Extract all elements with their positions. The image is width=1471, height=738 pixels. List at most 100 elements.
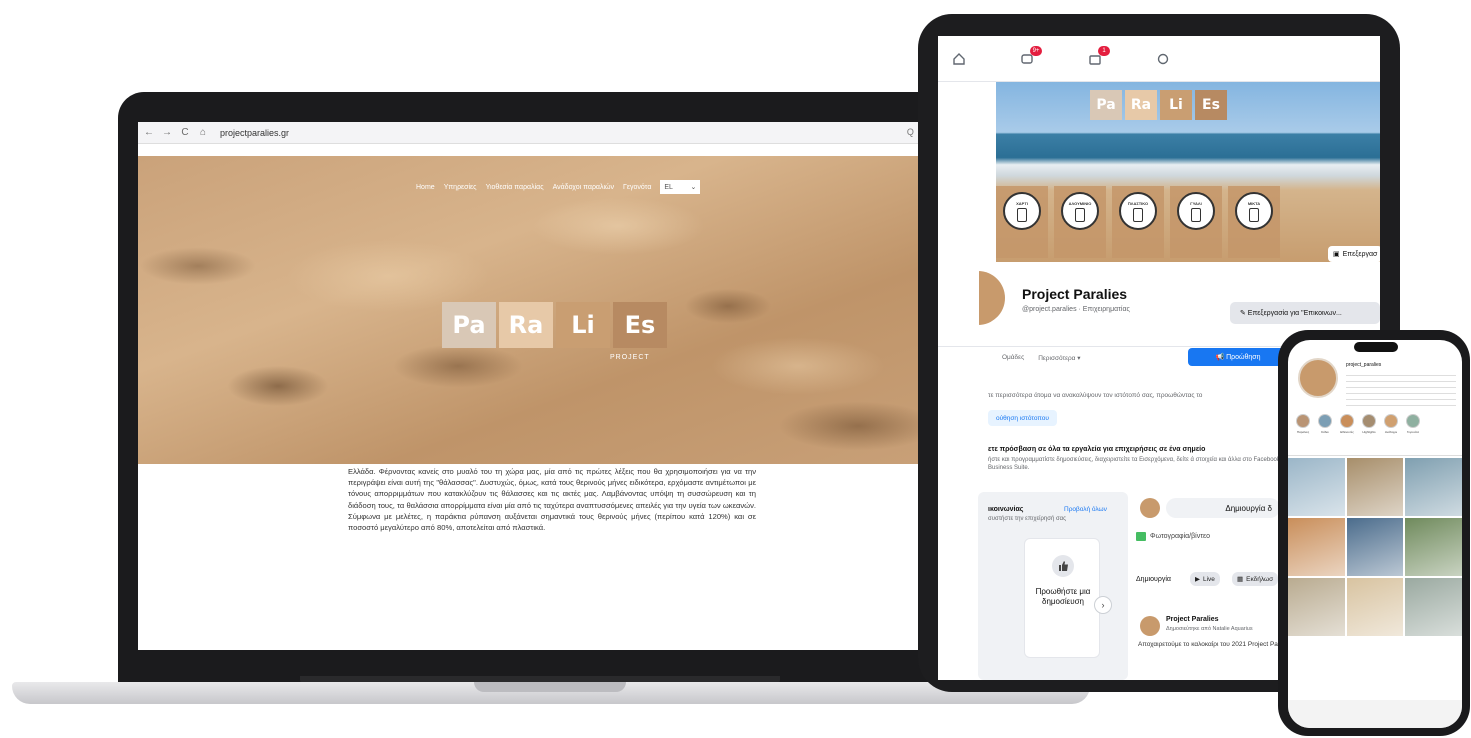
logo-tile-pa: Pa <box>442 302 496 348</box>
hero-sand-image: Home Υπηρεσίες Υιοθεσία παραλίας Ανάδοχο… <box>138 156 974 464</box>
highlight-label: Παραλίες <box>1296 430 1310 434</box>
logo-tile-ra: Ra <box>499 302 553 348</box>
bin-paper: ΧΑΡΤΙ <box>996 186 1048 258</box>
nav-sponsors[interactable]: Ανάδοχοι παραλιών <box>553 184 614 191</box>
bin-aluminium: ΑΛΟΥΜΙΝΙΟ <box>1054 186 1106 258</box>
reload-icon[interactable]: C <box>180 127 190 138</box>
back-icon[interactable]: ← <box>144 127 154 138</box>
highlight-label: Ανάδοχοι <box>1384 430 1398 434</box>
laptop-screen: ← → C ⌂ projectparalies.gr Q ⊞ ☆ : Home … <box>138 122 974 650</box>
bin-label: ΜΙΚΤΑ <box>1247 200 1261 206</box>
nav-home[interactable]: Home <box>416 184 435 191</box>
grid-photo[interactable] <box>1288 578 1345 636</box>
logo-subtitle: PROJECT <box>610 354 650 361</box>
grid-photo[interactable] <box>1405 578 1462 636</box>
grid-photo[interactable] <box>1346 578 1404 636</box>
grid-photo[interactable] <box>1346 458 1404 516</box>
cover-logo-tile: Pa <box>1090 90 1122 120</box>
cover-logo: Pa Ra Li Es <box>1090 90 1227 120</box>
avatar <box>1140 498 1160 518</box>
dynamic-island <box>1354 342 1398 352</box>
highlight-item[interactable]: Γεγονότα <box>1406 414 1420 434</box>
bin-label: ΧΑΡΤΙ <box>1016 200 1028 206</box>
search-icon[interactable]: Q <box>907 127 914 138</box>
highlight-label: Γεγονότα <box>1406 430 1420 434</box>
bin-label: ΓΥΑΛΙ <box>1190 200 1202 206</box>
nav-services[interactable]: Υπηρεσίες <box>444 184 477 191</box>
live-icon: ▶ <box>1195 576 1200 583</box>
profile-bio <box>1346 372 1456 406</box>
highlight-item[interactable]: Εθελοντές <box>1340 414 1354 434</box>
inbox-badge: 1 <box>1098 45 1110 56</box>
grid-photo[interactable] <box>1288 458 1345 516</box>
business-tools-title: ετε πρόσβαση σε όλα τα εργαλεία για επιχ… <box>988 446 1206 453</box>
create-label: Δημιουργία <box>1136 576 1171 583</box>
bin-glass: ΓΥΑΛΙ <box>1170 186 1222 258</box>
language-select[interactable]: EL ⌄ <box>660 180 701 194</box>
highlight-label: Κάδοι <box>1321 430 1329 434</box>
highlight-label: Εθελοντές <box>1340 430 1354 434</box>
address-bar[interactable]: projectparalies.gr <box>220 128 289 138</box>
language-value: EL <box>664 183 673 191</box>
promote-button[interactable]: 📢 Προώθηση <box>1188 348 1288 366</box>
nav-events[interactable]: Γεγονότα <box>623 184 651 191</box>
highlight-item[interactable]: Highlights <box>1362 414 1376 434</box>
logo-tile-es: Es <box>613 302 667 348</box>
camera-icon: ▣ <box>1333 251 1340 258</box>
edit-contact-button[interactable]: ✎ Επεξεργασία για "Επικοινων... <box>1230 302 1380 324</box>
profile-avatar[interactable] <box>1298 358 1338 398</box>
grid-photo[interactable] <box>1346 518 1404 576</box>
bin-label: ΑΛΟΥΜΙΝΙΟ <box>1068 200 1092 206</box>
photo-video-label: Φωτογραφία/βίντεο <box>1150 533 1210 540</box>
promote-website-button[interactable]: ούθηση ιστότοπου <box>988 410 1057 426</box>
calendar-icon: ▦ <box>1237 576 1244 583</box>
photo-icon <box>1136 532 1146 541</box>
post-author[interactable]: Project Paralies <box>1166 616 1219 623</box>
page-name: Project Paralies <box>1022 286 1128 302</box>
photo-video-button[interactable]: Φωτογραφία/βίντεο <box>1136 532 1210 541</box>
contact-card-subtitle: συστήστε την επιχείρησή σας <box>988 516 1067 522</box>
tab-more[interactable]: Περισσότερα ▾ <box>1038 354 1080 362</box>
forward-icon[interactable]: → <box>162 127 172 138</box>
live-button[interactable]: ▶ Live <box>1190 572 1220 586</box>
edit-cover-label: Επεξεργασ <box>1342 250 1378 258</box>
photo-grid <box>1288 458 1462 636</box>
inbox-icon[interactable]: 1 <box>1088 45 1110 66</box>
bin-label: ΠΛΑΣΤΙΚΟ <box>1127 200 1149 206</box>
tab-groups[interactable]: Ομάδες <box>1002 354 1024 361</box>
page-avatar[interactable] <box>976 268 1008 328</box>
grid-photo[interactable] <box>1288 518 1345 576</box>
grid-photo[interactable] <box>1405 458 1462 516</box>
promote-post-card[interactable]: Προωθήστε μια δημοσίευση <box>1024 538 1100 658</box>
home-icon[interactable]: ⌂ <box>198 127 208 138</box>
home-icon[interactable] <box>952 52 966 66</box>
recycling-bins: ΧΑΡΤΙ ΑΛΟΥΜΙΝΙΟ ΠΛΑΣΤΙΚΟ ΓΥΑΛΙ ΜΙΚΤΑ <box>996 186 1280 258</box>
notification-badge: 9+ <box>1030 45 1042 56</box>
live-label: Live <box>1203 575 1215 583</box>
highlight-item[interactable]: Παραλίες <box>1296 414 1310 434</box>
chevron-right-icon[interactable]: › <box>1094 596 1112 614</box>
business-tools-desc: ήστε και προγραμματίστε δημοσιεύσεις, δι… <box>988 457 1280 471</box>
cover-photo: Pa Ra Li Es ΧΑΡΤΙ ΑΛΟΥΜΙΝΙΟ ΠΛΑΣΤΙΚΟ ΓΥΑ… <box>996 82 1380 262</box>
nav-adopt-beach[interactable]: Υιοθεσία παραλίας <box>486 184 544 191</box>
grid-photo[interactable] <box>1405 518 1462 576</box>
bin-plastic: ΠΛΑΣΤΙΚΟ <box>1112 186 1164 258</box>
edit-cover-button[interactable]: ▣ Επεξεργασ <box>1328 246 1380 262</box>
logo-tile-li: Li <box>556 302 610 348</box>
phone-bottom-bar <box>1288 700 1462 728</box>
paralies-logo: Pa Ra Li Es <box>442 302 667 348</box>
event-button[interactable]: ▦ Εκδήλωσ <box>1232 572 1279 586</box>
view-all-link[interactable]: Προβολή όλων <box>1064 506 1107 513</box>
site-nav: Home Υπηρεσίες Υιοθεσία παραλίας Ανάδοχο… <box>416 180 701 194</box>
bin-mixed: ΜΙΚΤΑ <box>1228 186 1280 258</box>
intro-paragraph: Ελλάδα. Φέρνοντας κανείς στο μυαλό του τ… <box>348 467 756 533</box>
create-post-button[interactable]: Δημιουργία δ <box>1166 498 1280 518</box>
profile-tabs[interactable] <box>1288 448 1462 456</box>
highlight-item[interactable]: Ανάδοχοι <box>1384 414 1398 434</box>
post-meta: Δημοσιεύτηκε από Natalie Aquarius <box>1166 626 1253 632</box>
thumbs-up-icon <box>1052 555 1074 577</box>
messages-icon[interactable]: 9+ <box>1020 45 1042 66</box>
cover-logo-tile: Es <box>1195 90 1227 120</box>
highlight-item[interactable]: Κάδοι <box>1318 414 1332 434</box>
settings-icon[interactable] <box>1156 52 1170 66</box>
